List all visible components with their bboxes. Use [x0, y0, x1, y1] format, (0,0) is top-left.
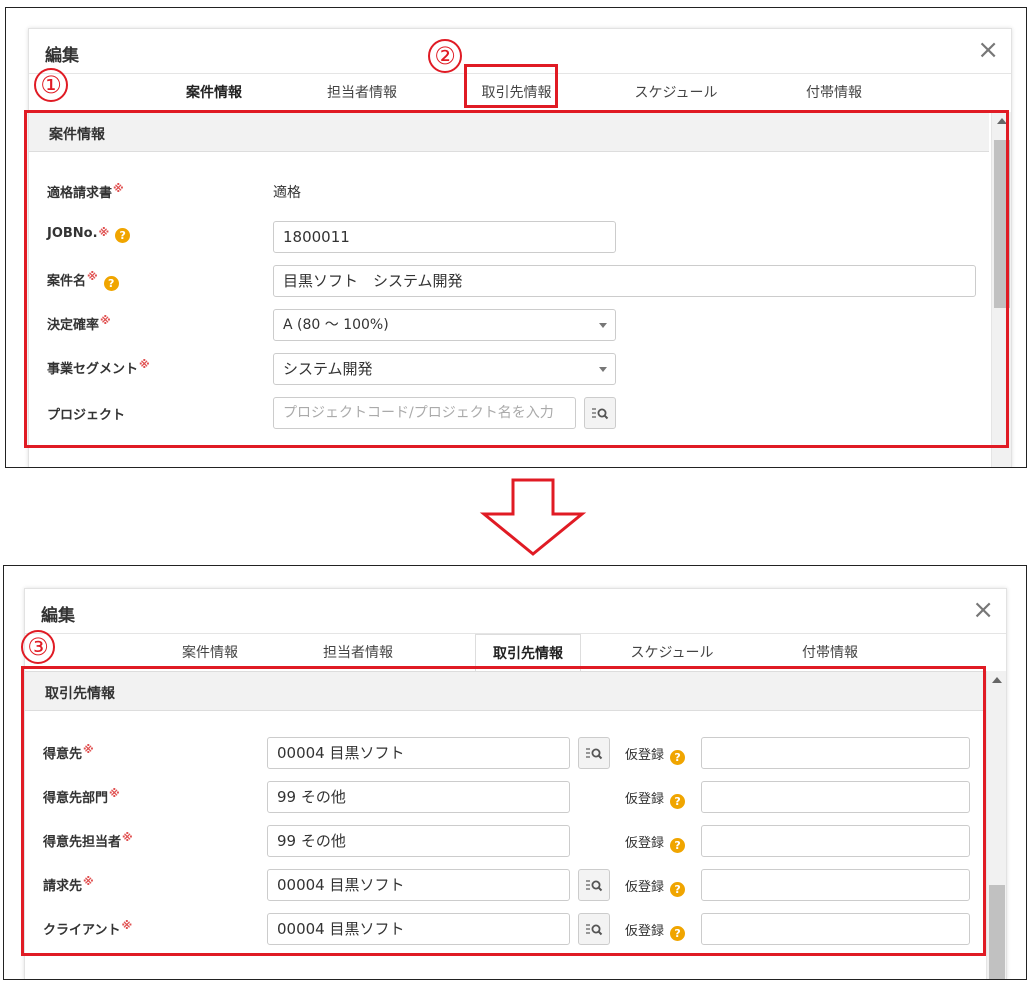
chevron-down-icon	[599, 367, 607, 372]
screenshot-before: 編集 × 案件情報 担当者情報 取引先情報 スケジュール 付帯情報 案件情報 適…	[5, 7, 1027, 468]
required-mark: ※	[122, 831, 133, 844]
list-search-icon	[586, 924, 603, 936]
project-search-button[interactable]	[584, 397, 616, 429]
kakuritsu-select[interactable]: A (80 ～ 100%)	[273, 309, 616, 341]
jobno-input[interactable]: 1800011	[273, 221, 616, 253]
segment-select[interactable]: システム開発	[273, 353, 616, 385]
tab-schedule[interactable]: スケジュール	[617, 634, 727, 672]
modal-header: 編集 ×	[29, 29, 1011, 74]
tokuisaki-input[interactable]: 00004 目黒ソフト	[267, 737, 570, 769]
label-anken-name: 案件名※?	[47, 270, 119, 291]
scroll-up-icon[interactable]	[997, 118, 1007, 124]
tab-anken[interactable]: 案件情報	[165, 634, 255, 672]
label-tokuisaki-tantousha: 得意先担当者※	[43, 831, 133, 850]
tab-futai[interactable]: 付帯情報	[785, 634, 875, 672]
tokuisaki-tantousha-input[interactable]: 99 その他	[267, 825, 570, 857]
help-icon[interactable]: ?	[670, 838, 686, 853]
label-tekikaku: 適格請求書※	[47, 182, 124, 201]
label-project: プロジェクト	[47, 408, 126, 423]
kari-label: 仮登録?	[625, 876, 686, 897]
tokuisaki-search-button[interactable]	[578, 737, 610, 769]
section-title: 取引先情報	[45, 686, 115, 702]
chevron-down-icon	[599, 323, 607, 328]
modal-title: 編集	[41, 606, 75, 626]
tab-schedule[interactable]: スケジュール	[621, 74, 731, 112]
tokuisaki-bumon-input[interactable]: 99 その他	[267, 781, 570, 813]
kari-input[interactable]	[701, 737, 970, 769]
list-search-icon	[586, 880, 603, 892]
required-mark: ※	[83, 875, 94, 888]
tab-futai[interactable]: 付帯情報	[789, 74, 879, 112]
kari-label: 仮登録?	[625, 832, 686, 853]
tab-torihikisaki[interactable]: 取引先情報	[469, 74, 564, 112]
scroll-thumb[interactable]	[989, 885, 1005, 979]
label-segment: 事業セグメント※	[47, 358, 150, 377]
close-icon[interactable]: ×	[972, 595, 994, 625]
tab-bar: 案件情報 担当者情報 取引先情報 スケジュール 付帯情報	[25, 634, 1006, 672]
tab-tantousha[interactable]: 担当者情報	[308, 634, 408, 672]
anken-name-input[interactable]: 目黒ソフト システム開発	[273, 265, 976, 297]
tab-bar: 案件情報 担当者情報 取引先情報 スケジュール 付帯情報	[29, 74, 1011, 112]
kari-input[interactable]	[701, 913, 970, 945]
required-mark: ※	[139, 358, 150, 371]
edit-modal: 編集 × 案件情報 担当者情報 取引先情報 スケジュール 付帯情報 取引先情報 …	[24, 588, 1007, 979]
required-mark: ※	[87, 270, 98, 283]
help-icon[interactable]: ?	[670, 882, 686, 897]
list-search-icon	[592, 408, 609, 420]
project-input[interactable]: プロジェクトコード/プロジェクト名を入力	[273, 397, 576, 429]
seikyusaki-input[interactable]: 00004 目黒ソフト	[267, 869, 570, 901]
required-mark: ※	[113, 182, 124, 195]
help-icon[interactable]: ?	[670, 750, 686, 765]
scrollbar[interactable]	[986, 671, 1006, 979]
screenshot-after: 編集 × 案件情報 担当者情報 取引先情報 スケジュール 付帯情報 取引先情報 …	[3, 565, 1027, 980]
required-mark: ※	[83, 743, 94, 756]
required-mark: ※	[109, 787, 120, 800]
kari-label: 仮登録?	[625, 744, 686, 765]
section-header: 案件情報	[29, 112, 989, 152]
kari-label: 仮登録?	[625, 788, 686, 809]
scroll-thumb[interactable]	[994, 140, 1010, 308]
torihikisaki-panel: 取引先情報 得意先※ 00004 目黒ソフト 仮登録? 得意先部門※ 99 その…	[25, 671, 1006, 979]
tab-torihikisaki[interactable]: 取引先情報	[475, 634, 581, 672]
scroll-up-icon[interactable]	[992, 677, 1002, 683]
help-icon[interactable]: ?	[103, 276, 119, 291]
modal-title: 編集	[45, 46, 79, 66]
anken-panel: 案件情報 適格請求書※ 適格 JOBNo.※? 1800011 案件名※? 目黒…	[29, 112, 1011, 467]
tab-anken[interactable]: 案件情報	[169, 74, 259, 112]
label-kakuritsu: 決定確率※	[47, 314, 111, 333]
annotation-one: ①	[34, 68, 68, 102]
client-search-button[interactable]	[578, 913, 610, 945]
annotation-two: ②	[428, 39, 462, 73]
section-header: 取引先情報	[25, 671, 984, 711]
kari-label: 仮登録?	[625, 920, 686, 941]
tab-tantousha[interactable]: 担当者情報	[312, 74, 412, 112]
label-tokuisaki: 得意先※	[43, 743, 94, 762]
label-client: クライアント※	[43, 919, 133, 938]
kari-input[interactable]	[701, 781, 970, 813]
label-jobno: JOBNo.※?	[47, 226, 131, 243]
edit-modal: 編集 × 案件情報 担当者情報 取引先情報 スケジュール 付帯情報 案件情報 適…	[28, 28, 1012, 467]
required-mark: ※	[100, 314, 111, 327]
required-mark: ※	[121, 919, 133, 932]
label-tokuisaki-bumon: 得意先部門※	[43, 787, 120, 806]
down-arrow-icon	[479, 478, 587, 556]
tekikaku-value: 適格	[273, 185, 301, 201]
help-icon[interactable]: ?	[670, 794, 686, 809]
help-icon[interactable]: ?	[115, 228, 131, 243]
kari-input[interactable]	[701, 869, 970, 901]
seikyusaki-search-button[interactable]	[578, 869, 610, 901]
modal-header: 編集 ×	[25, 589, 1006, 634]
close-icon[interactable]: ×	[977, 35, 999, 65]
client-input[interactable]: 00004 目黒ソフト	[267, 913, 570, 945]
section-title: 案件情報	[49, 127, 105, 143]
help-icon[interactable]: ?	[670, 926, 686, 941]
label-seikyusaki: 請求先※	[43, 875, 94, 894]
scrollbar[interactable]	[991, 112, 1011, 467]
list-search-icon	[586, 748, 603, 760]
annotation-three: ③	[21, 630, 55, 664]
kari-input[interactable]	[701, 825, 970, 857]
required-mark: ※	[98, 226, 110, 239]
